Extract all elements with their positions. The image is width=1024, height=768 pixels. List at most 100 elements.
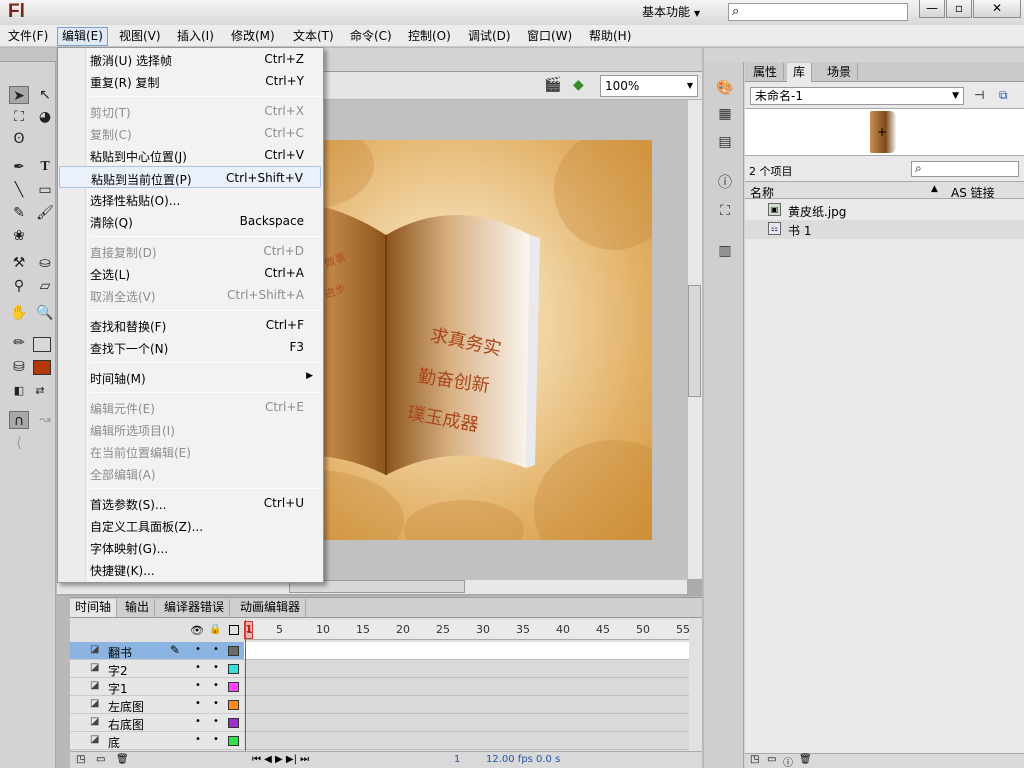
menu-view[interactable]: 视图(V) — [115, 27, 165, 46]
menu-item-find-replace[interactable]: 查找和替换(F) Ctrl+F — [59, 314, 321, 336]
info-panel-icon[interactable]: ⓘ — [715, 173, 735, 193]
layer-row[interactable]: ◪ 翻书 ✎ • • — [70, 642, 244, 660]
swatches-panel-icon[interactable]: ▦ — [715, 104, 735, 124]
new-folder-icon[interactable]: ▭ — [767, 754, 776, 765]
menu-item-edit-in-place[interactable]: 在当前位置编辑(E) — [59, 440, 321, 462]
stroke-color-swatch[interactable] — [33, 337, 51, 352]
menu-commands[interactable]: 命令(C) — [346, 27, 396, 46]
align-panel-icon[interactable]: ▤ — [715, 132, 735, 152]
menu-item-font-mapping[interactable]: 字体映射(G)... — [59, 536, 321, 558]
lasso-tool-icon[interactable]: ʘ — [9, 130, 29, 148]
tab-timeline[interactable]: 时间轴 — [70, 599, 118, 617]
new-folder-icon[interactable]: ▭ — [96, 754, 105, 765]
tab-properties[interactable]: 属性 — [747, 63, 785, 82]
playhead-handle[interactable]: 1 — [244, 621, 253, 639]
menu-item-paste-center[interactable]: 粘贴到中心位置(J) Ctrl+V — [59, 144, 321, 166]
bone-tool-icon[interactable]: ⚒ — [9, 254, 29, 272]
color-panel-icon[interactable]: 🎨 — [715, 78, 735, 98]
visibility-dot[interactable]: • — [195, 698, 201, 709]
brush-tool-icon[interactable]: 🖌 — [35, 204, 55, 222]
3d-rotation-tool-icon[interactable]: ◕ — [35, 108, 55, 126]
tab-motion-editor[interactable]: 动画编辑器 — [235, 599, 307, 617]
fill-color-swatch[interactable] — [33, 360, 51, 375]
sort-arrow-icon[interactable]: ▲ — [931, 184, 938, 194]
zoom-tool-icon[interactable]: 🔍 — [35, 304, 55, 322]
visibility-dot[interactable]: • — [195, 662, 201, 673]
menu-item-keyboard-shortcuts[interactable]: 快捷键(K)... — [59, 558, 321, 580]
lock-dot[interactable]: • — [213, 734, 219, 745]
menu-modify[interactable]: 修改(M) — [227, 27, 279, 46]
new-library-panel-icon[interactable]: ⧉ — [999, 88, 1008, 103]
rectangle-tool-icon[interactable]: ▭ — [35, 181, 55, 199]
menu-text[interactable]: 文本(T) — [289, 27, 338, 46]
text-tool-icon[interactable]: T — [35, 158, 55, 176]
layer-row[interactable]: ◪ 字2 • • — [70, 660, 244, 678]
stage-vertical-scroll-thumb[interactable] — [688, 285, 701, 397]
layer-color-swatch[interactable] — [228, 646, 239, 656]
layer-row[interactable]: ◪ 底 • • — [70, 732, 244, 750]
pin-library-icon[interactable]: ⊣ — [974, 88, 984, 102]
swap-colors-icon[interactable]: ⇄ — [30, 382, 50, 400]
layer-row[interactable]: ◪ 字1 • • — [70, 678, 244, 696]
transform-panel-icon[interactable]: ⛶ — [715, 201, 735, 221]
zoom-select[interactable]: 100% ▼ — [600, 75, 698, 97]
layer-color-swatch[interactable] — [228, 682, 239, 692]
workspace-switcher[interactable]: 基本功能 ▼ — [634, 3, 710, 21]
visibility-dot[interactable]: • — [195, 644, 201, 655]
menu-item-redo[interactable]: 重复(R) 复制 Ctrl+Y — [59, 70, 321, 92]
menu-window[interactable]: 窗口(W) — [523, 27, 576, 46]
library-item[interactable]: ⚏ 书 1 — [745, 220, 1024, 239]
library-document-select[interactable]: 未命名-1 ▼ — [750, 87, 964, 105]
frame-row[interactable] — [244, 696, 689, 714]
layer-color-swatch[interactable] — [228, 736, 239, 746]
visibility-dot[interactable]: • — [195, 716, 201, 727]
menu-item-undo[interactable]: 撤消(U) 选择帧 Ctrl+Z — [59, 48, 321, 70]
menu-item-customize-tools[interactable]: 自定义工具面板(Z)... — [59, 514, 321, 536]
menu-item-select-all[interactable]: 全选(L) Ctrl+A — [59, 262, 321, 284]
menu-item-edit-all[interactable]: 全部编辑(A) — [59, 462, 321, 484]
minimize-button[interactable]: — — [919, 0, 945, 18]
visibility-dot[interactable]: • — [195, 680, 201, 691]
pen-tool-icon[interactable]: ✒ — [9, 158, 29, 176]
selection-tool-icon[interactable]: ➤ — [9, 86, 29, 104]
frame-ruler[interactable]: 1 5 10 15 20 25 30 35 40 45 50 55 — [244, 620, 690, 640]
lock-dot[interactable]: • — [213, 680, 219, 691]
layer-row[interactable]: ◪ 左底图 • • — [70, 696, 244, 714]
maximize-button[interactable]: ▫ — [946, 0, 972, 18]
menu-control[interactable]: 控制(O) — [404, 27, 455, 46]
help-search-input[interactable]: ⌕ — [728, 3, 908, 21]
lock-dot[interactable]: • — [213, 716, 219, 727]
outline-icon[interactable] — [229, 625, 239, 635]
snap-to-objects-icon[interactable]: ∩ — [9, 411, 29, 429]
fill-color-icon[interactable]: ⛁ — [9, 358, 29, 376]
frame-row[interactable] — [244, 678, 689, 696]
subselection-tool-icon[interactable]: ↖ — [35, 86, 55, 104]
free-transform-tool-icon[interactable]: ⛶ — [9, 108, 29, 126]
paint-bucket-tool-icon[interactable]: ⛀ — [35, 254, 55, 272]
menu-edit[interactable]: 编辑(E) — [57, 27, 108, 46]
menu-item-cut[interactable]: 剪切(T) Ctrl+X — [59, 100, 321, 122]
new-symbol-icon[interactable]: ◳ — [750, 754, 759, 765]
layer-color-swatch[interactable] — [228, 664, 239, 674]
new-layer-icon[interactable]: ◳ — [76, 754, 85, 765]
line-tool-icon[interactable]: ╲ — [9, 181, 29, 199]
frame-row[interactable] — [244, 660, 689, 678]
delete-layer-icon[interactable]: 🗑 — [116, 754, 129, 765]
playhead[interactable] — [245, 620, 251, 758]
eye-icon[interactable]: 👁 — [190, 624, 204, 637]
column-linkage[interactable]: AS 链接 — [951, 184, 995, 201]
menu-item-paste-in-place[interactable]: 粘贴到当前位置(P) Ctrl+Shift+V — [59, 166, 321, 188]
tab-library[interactable]: 库 — [787, 63, 813, 82]
library-item[interactable]: ▣ 黄皮纸.jpg — [745, 201, 1024, 220]
frame-rate[interactable]: 12.00 fps — [486, 754, 533, 765]
menu-item-edit-selected[interactable]: 编辑所选项目(I) — [59, 418, 321, 440]
column-name[interactable]: 名称 — [750, 184, 774, 201]
lock-icon[interactable]: 🔒 — [209, 624, 221, 635]
menu-file[interactable]: 文件(F) — [4, 27, 52, 46]
lock-dot[interactable]: • — [213, 644, 219, 655]
menu-item-clear[interactable]: 清除(Q) Backspace — [59, 210, 321, 232]
lock-dot[interactable]: • — [213, 662, 219, 673]
hand-tool-icon[interactable]: ✋ — [9, 304, 29, 322]
straighten-icon[interactable]: ⟨ — [9, 434, 29, 452]
menu-item-edit-symbols[interactable]: 编辑元件(E) Ctrl+E — [59, 396, 321, 418]
